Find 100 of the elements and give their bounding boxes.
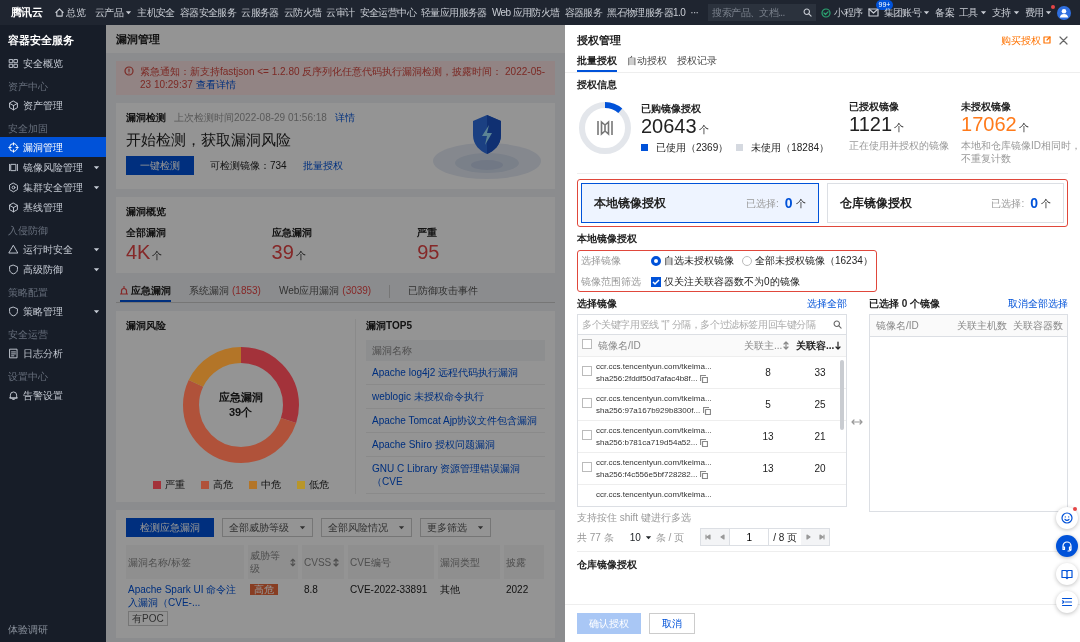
tab[interactable]: 批量授权 xyxy=(577,51,617,73)
caret-icon xyxy=(93,307,100,315)
sidebar-item[interactable]: 日志分析 xyxy=(0,343,106,364)
envelope-icon xyxy=(867,8,879,17)
column-header: 镜像名/ID xyxy=(875,319,920,334)
mode-card[interactable]: 本地镜像授权 已选择: 0 个 xyxy=(581,183,819,224)
checkbox[interactable] xyxy=(582,398,592,409)
mode-card[interactable]: 仓库镜像授权 已选择: 0 个 xyxy=(826,183,1064,224)
tab[interactable]: 已防御攻击事件 xyxy=(408,281,479,302)
detect-button[interactable]: 一键检测 xyxy=(126,155,194,175)
tab[interactable]: 系统漏洞 (1853) xyxy=(189,281,261,302)
previous-page-button[interactable] xyxy=(715,529,730,546)
column-header[interactable]: 关联容... xyxy=(794,335,846,357)
vulnerability-link[interactable]: Apache Tomcat Ajp协议文件包含漏洞 xyxy=(372,414,539,427)
last-page-button[interactable] xyxy=(815,529,830,546)
page-input[interactable]: 1 xyxy=(729,529,770,546)
alert-text: 紧急通知：新支持fastjson <= 1.2.80 反序列化任意代码执行漏洞检测，披露时间： 2022-05-23 10:29:37 查看详情 xyxy=(140,65,547,91)
checkbox[interactable] xyxy=(582,366,592,377)
field-label: 选择镜像 xyxy=(581,254,622,268)
tab[interactable]: 授权记录 xyxy=(677,51,717,73)
frame-icon xyxy=(8,161,19,173)
tab[interactable]: Web应用漏洞 (3039) xyxy=(278,281,372,302)
floating-button[interactable] xyxy=(1056,535,1078,557)
checkbox[interactable] xyxy=(582,339,592,350)
details-link[interactable]: 详情 xyxy=(334,111,355,124)
section-label: 安全加固 xyxy=(7,122,49,137)
filter-dropdown[interactable]: 全部威胁等级 xyxy=(222,518,313,537)
field-label: 镜像范围筛选 xyxy=(581,275,642,289)
details-link[interactable]: 查看详情 xyxy=(195,79,236,90)
mini-program-link[interactable]: 小程序 xyxy=(821,6,863,19)
sort-icon xyxy=(333,557,340,567)
first-page-button[interactable] xyxy=(701,529,716,546)
more-menu[interactable]: ··· xyxy=(690,6,699,19)
next-page-button[interactable] xyxy=(801,529,816,546)
clear-selection-link[interactable]: 取消全部选择 xyxy=(1008,297,1068,311)
nav-link[interactable]: 工具 xyxy=(959,6,987,19)
vulnerability-link[interactable]: Apache Spark UI 命令注入漏洞（CVE-... xyxy=(128,583,242,609)
column-header[interactable]: 关联主... xyxy=(742,335,794,357)
floating-button[interactable] xyxy=(1056,507,1078,529)
mail-button[interactable] xyxy=(867,8,879,17)
cancel-button[interactable]: 取消 xyxy=(649,613,695,634)
tab[interactable]: 自动授权 xyxy=(627,51,667,73)
nav-link[interactable]: 备案 xyxy=(935,6,954,19)
filter-dropdown[interactable]: 全部风险情况 xyxy=(321,518,412,537)
checkbox-option[interactable]: 仅关注关联容器数不为0的镜像 xyxy=(651,275,800,289)
survey-link[interactable]: 体验调研 xyxy=(0,617,56,642)
floating-button[interactable] xyxy=(1056,563,1078,585)
tab[interactable]: 应急漏洞 xyxy=(120,281,171,302)
nav-link[interactable]: 容器安全服务 xyxy=(179,6,237,19)
sidebar-item[interactable]: 漏洞管理 xyxy=(0,137,106,158)
floating-button[interactable] xyxy=(1056,591,1078,613)
stat-unit: 个 xyxy=(894,122,905,134)
close-button[interactable] xyxy=(1059,35,1068,45)
selected-count: 0 xyxy=(1030,194,1038,213)
sidebar-item[interactable]: 资产管理 xyxy=(0,95,106,116)
nav-link[interactable]: 支持 xyxy=(991,6,1020,19)
sidebar-item[interactable]: 镜像风险管理 xyxy=(0,157,106,178)
sidebar-item[interactable]: 集群安全管理 xyxy=(0,177,106,198)
radio-option[interactable]: 全部未授权镜像（16234） xyxy=(742,254,873,268)
image-name: ccr.ccs.tencentyun.com/tkeima... xyxy=(596,425,713,437)
nav-link[interactable]: 轻量应用服务器 xyxy=(421,6,487,19)
nav-link[interactable]: Web 应用防火墙 xyxy=(491,6,560,19)
filter-dropdown[interactable]: 更多筛选 xyxy=(420,518,491,537)
vulnerability-link[interactable]: Apache log4j2 远程代码执行漏洞 xyxy=(372,366,539,379)
radio-option[interactable]: 自选未授权镜像 xyxy=(651,254,734,268)
sidebar-item[interactable]: 高级防御 xyxy=(0,259,106,280)
checkbox[interactable] xyxy=(582,462,592,473)
panel-title: 已选择 0 个镜像 xyxy=(869,297,941,311)
page-size-dropdown[interactable]: 10 xyxy=(629,531,652,544)
avatar-icon[interactable] xyxy=(1057,5,1072,20)
nav-link[interactable]: 云审计 xyxy=(326,6,355,19)
sidebar-item[interactable]: 告警设置 xyxy=(0,385,106,406)
nav-link[interactable]: 云防火墙 xyxy=(283,6,322,19)
image-name: ccr.ccs.tencentyun.com/tkeima... xyxy=(596,361,713,373)
search-field[interactable]: 搜索产品、文档... xyxy=(708,4,817,21)
book-icon xyxy=(1061,568,1073,580)
nav-link[interactable]: 主机安全 xyxy=(137,6,175,19)
home-link[interactable]: 总览 xyxy=(55,6,85,19)
pagination[interactable]: 1 / 8 页 xyxy=(700,528,831,547)
cube-icon xyxy=(8,201,19,213)
list-icon xyxy=(1061,596,1073,608)
nav-link[interactable]: 容器服务 xyxy=(564,6,603,19)
sidebar-item[interactable]: 基线管理 xyxy=(0,197,106,218)
checkbox[interactable] xyxy=(582,430,592,441)
nav-link[interactable]: 云服务器 xyxy=(241,6,279,19)
caret-icon xyxy=(1012,9,1020,16)
nav-link[interactable]: 黑石物理服务器1.0 xyxy=(607,6,686,19)
shield-icon xyxy=(8,263,19,275)
nav-link[interactable]: 安全运营中心 xyxy=(359,6,417,19)
nav-link[interactable]: 费用 xyxy=(1024,6,1053,19)
sidebar-item[interactable]: 安全概览 xyxy=(0,53,106,74)
sidebar-item[interactable]: 策略管理 xyxy=(0,301,106,322)
detect-emergency-button[interactable]: 检测应急漏洞 xyxy=(126,518,214,537)
sidebar-item[interactable]: 运行时安全 xyxy=(0,239,106,260)
batch-authorize-link[interactable]: 批量授权 xyxy=(302,158,343,172)
select-all-link[interactable]: 选择全部 xyxy=(807,297,847,311)
nav-link[interactable]: 云产品 xyxy=(95,6,133,19)
vulnerability-link[interactable]: GNU C Library 资源管理错误漏洞（CVE xyxy=(372,462,539,488)
vulnerability-link[interactable]: Apache Shiro 授权问题漏洞 xyxy=(372,438,539,451)
vulnerability-link[interactable]: weblogic 未授权命令执行 xyxy=(372,390,539,403)
